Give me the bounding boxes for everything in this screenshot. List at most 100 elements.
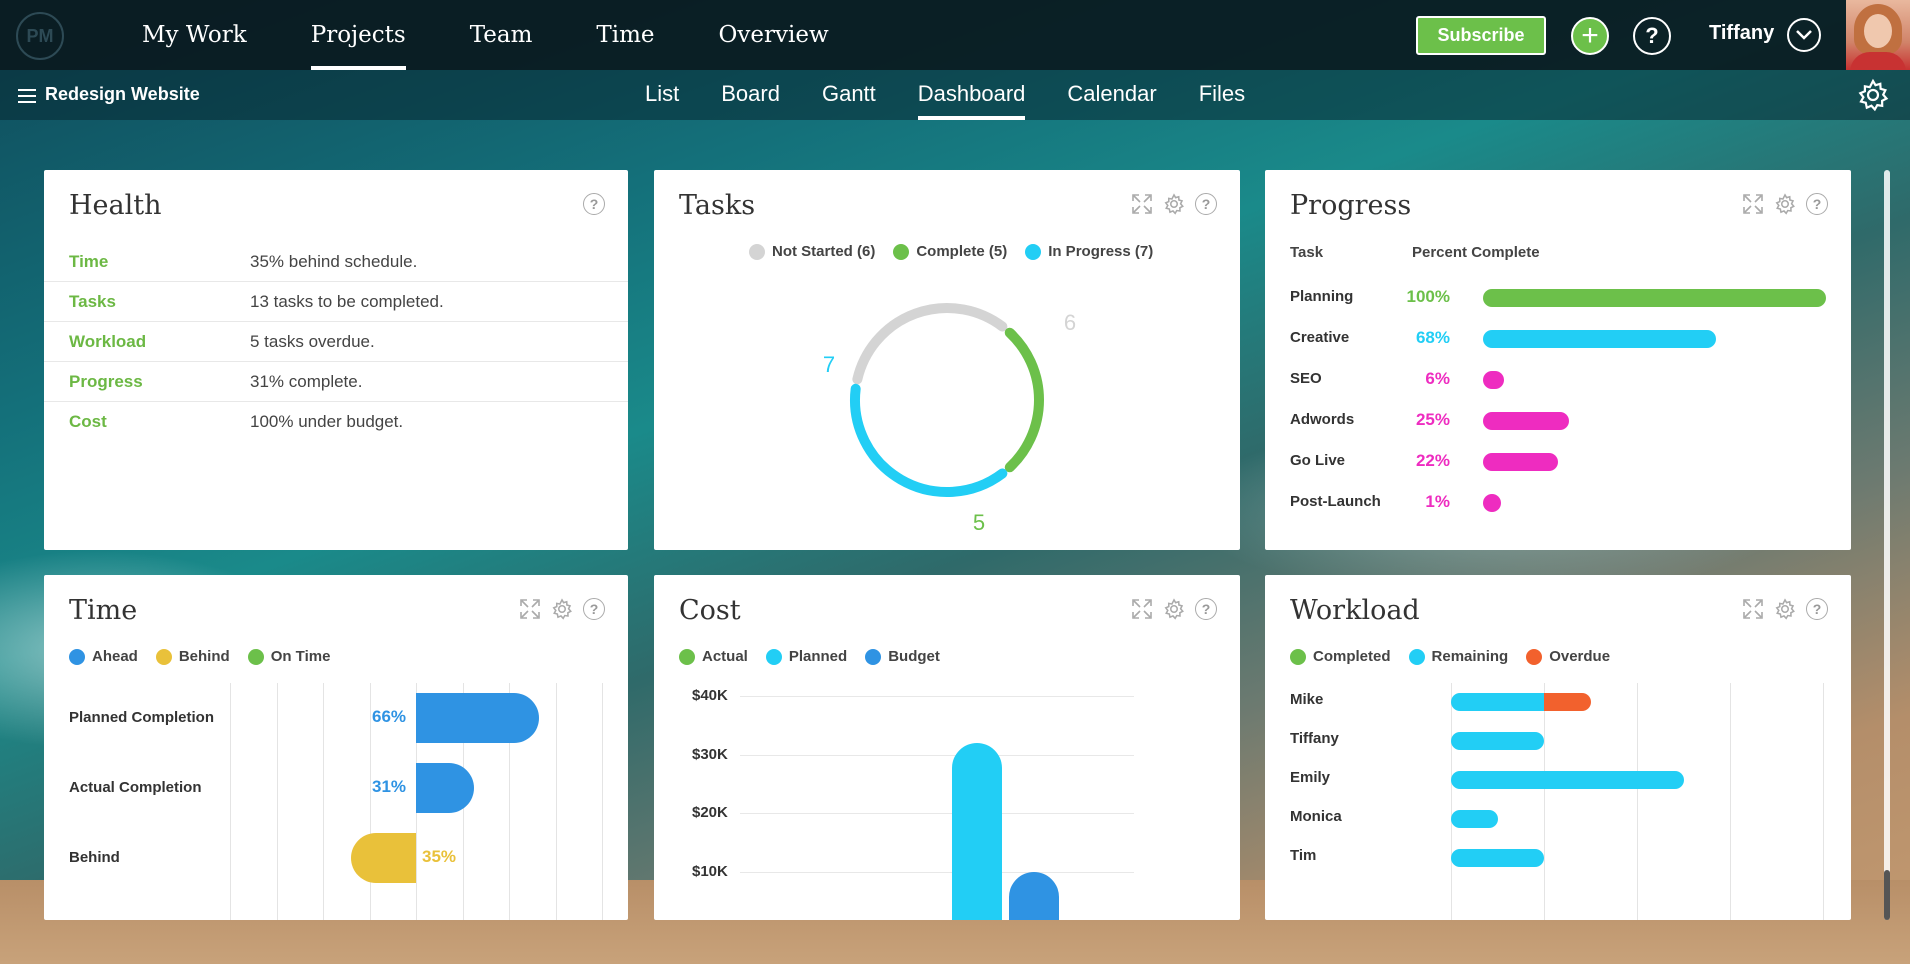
gear-icon[interactable]	[1162, 597, 1186, 621]
grid-line	[370, 683, 371, 920]
y-tick-label: $30K	[692, 745, 728, 763]
donut-label: 5	[973, 510, 985, 535]
tasks-donut-chart: 6 5 7	[823, 303, 1076, 535]
progress-row: Post-Launch 1%	[1290, 487, 1830, 517]
grid-line	[740, 871, 1134, 873]
expand-icon[interactable]	[518, 597, 542, 621]
workload-person: Emily	[1290, 769, 1331, 786]
progress-percent: 1%	[1425, 492, 1450, 511]
nav-my-work[interactable]: My Work	[110, 0, 279, 70]
progress-percent: 100%	[1406, 287, 1450, 306]
progress-row: Creative 68%	[1290, 323, 1830, 353]
tab-board[interactable]: Board	[700, 70, 801, 120]
user-name[interactable]: Tiffany	[1709, 22, 1774, 45]
time-row-label: Actual Completion	[69, 779, 202, 796]
nav-overview[interactable]: Overview	[687, 0, 861, 70]
workload-bar	[1451, 849, 1544, 867]
health-text: 31% complete.	[250, 372, 363, 391]
grid-line	[1823, 683, 1824, 920]
tab-calendar[interactable]: Calendar	[1046, 70, 1177, 120]
grid-line	[230, 683, 231, 920]
health-text: 5 tasks overdue.	[250, 332, 375, 351]
expand-icon[interactable]	[1130, 192, 1154, 216]
help-icon[interactable]: ?	[582, 597, 606, 621]
add-button[interactable]: +	[1571, 17, 1609, 55]
help-icon[interactable]: ?	[582, 192, 606, 216]
help-icon[interactable]: ?	[1805, 192, 1829, 216]
cost-bar	[1009, 871, 1059, 920]
nav-team[interactable]: Team	[438, 0, 565, 70]
column-header-task: Task	[1290, 244, 1324, 261]
progress-row: Adwords 25%	[1290, 405, 1830, 435]
donut-segment	[852, 303, 1008, 385]
legend-item: Remaining	[1408, 648, 1508, 665]
progress-percent: 68%	[1415, 328, 1450, 347]
tab-gantt[interactable]: Gantt	[801, 70, 897, 120]
donut-label: 6	[1064, 310, 1076, 335]
expand-icon[interactable]	[1130, 597, 1154, 621]
nav-projects[interactable]: Projects	[279, 0, 438, 70]
card-title: Tasks	[679, 190, 756, 221]
progress-bar	[1483, 494, 1501, 512]
nav-time[interactable]: Time	[564, 0, 686, 70]
card-title: Progress	[1290, 190, 1412, 221]
progress-bar	[1483, 289, 1826, 307]
health-row: Time 35% behind schedule.	[44, 242, 628, 282]
gear-icon[interactable]	[1773, 597, 1797, 621]
y-tick-label: $10K	[692, 862, 728, 880]
help-button[interactable]: ?	[1633, 17, 1671, 55]
gear-icon[interactable]	[1856, 78, 1890, 112]
gear-icon[interactable]	[550, 597, 574, 621]
main-nav: My Work Projects Team Time Overview	[110, 0, 861, 70]
user-menu-button[interactable]	[1787, 18, 1821, 52]
progress-row: Go Live 22%	[1290, 446, 1830, 476]
progress-row: SEO 6%	[1290, 364, 1830, 394]
scrollbar-track[interactable]	[1884, 170, 1890, 920]
tab-dashboard[interactable]: Dashboard	[897, 70, 1047, 120]
tab-files[interactable]: Files	[1178, 70, 1266, 120]
progress-percent: 6%	[1425, 369, 1450, 388]
grid-line	[1451, 683, 1452, 920]
grid-line	[556, 683, 557, 920]
health-label[interactable]: Workload	[69, 332, 146, 352]
gear-icon[interactable]	[1773, 192, 1797, 216]
scrollbar-thumb[interactable]	[1884, 870, 1890, 920]
avatar[interactable]	[1846, 0, 1910, 70]
health-row: Progress 31% complete.	[44, 362, 628, 402]
subscribe-button[interactable]: Subscribe	[1416, 16, 1546, 55]
help-icon[interactable]: ?	[1194, 192, 1218, 216]
grid-line	[740, 754, 1134, 756]
time-row-label: Behind	[69, 849, 120, 866]
cost-card: Cost ? Actual Planned Budget $40K $30K $20…	[654, 575, 1240, 920]
grid-line	[740, 696, 1134, 697]
expand-icon[interactable]	[1741, 192, 1765, 216]
progress-bar	[1483, 412, 1569, 430]
workload-card: Workload ? Completed Remaining Overdue M…	[1265, 575, 1851, 920]
grid-line	[740, 813, 1134, 814]
menu-icon[interactable]	[18, 89, 36, 103]
tab-list[interactable]: List	[624, 70, 700, 120]
help-icon[interactable]: ?	[1194, 597, 1218, 621]
project-title[interactable]: Redesign Website	[45, 84, 200, 105]
legend-item: On Time	[247, 648, 330, 665]
gear-icon[interactable]	[1162, 192, 1186, 216]
card-title: Workload	[1290, 595, 1420, 626]
legend-item: Planned	[765, 648, 847, 665]
logo[interactable]: PM	[16, 12, 64, 60]
cost-bar	[952, 742, 1002, 920]
donut-label: 7	[823, 352, 835, 377]
legend-item: Completed	[1290, 648, 1391, 665]
grid-line	[1544, 683, 1545, 920]
tasks-card: Tasks ? Not Started (6) Complete (5) In …	[654, 170, 1240, 550]
progress-task-name: Creative	[1290, 329, 1350, 346]
health-label[interactable]: Cost	[69, 412, 107, 432]
grid-line	[323, 683, 324, 920]
health-label[interactable]: Progress	[69, 372, 143, 392]
health-label[interactable]: Tasks	[69, 292, 116, 312]
workload-person: Monica	[1290, 808, 1342, 825]
workload-legend: Completed Remaining Overdue	[1290, 648, 1610, 665]
expand-icon[interactable]	[1741, 597, 1765, 621]
health-label[interactable]: Time	[69, 252, 108, 272]
progress-row: Planning 100%	[1290, 282, 1830, 312]
help-icon[interactable]: ?	[1805, 597, 1829, 621]
